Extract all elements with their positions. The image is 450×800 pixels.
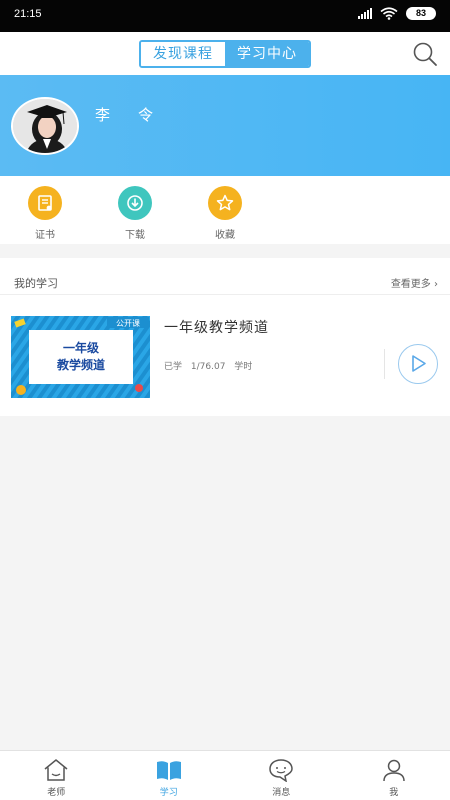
download-icon xyxy=(118,186,152,220)
favorites-label: 收藏 xyxy=(215,230,235,241)
signal-icon xyxy=(358,8,372,19)
avatar[interactable] xyxy=(11,97,79,155)
progress-value: 1/76.07 xyxy=(190,362,226,372)
tab-study-center[interactable]: 学习中心 xyxy=(225,42,309,66)
battery-icon: 83 xyxy=(406,7,436,20)
person-icon xyxy=(383,759,405,782)
my-study-section: 我的学习 查看更多 › 公开课 一年级 教学频道 一年级教学频道 已学 1/76… xyxy=(0,258,450,416)
status-bar: 21:15 83 xyxy=(0,0,450,32)
course-progress: 已学 1/76.07 学时 xyxy=(164,359,258,372)
nav-item-messages[interactable]: 消息 xyxy=(225,751,338,800)
section-title: 我的学习 xyxy=(14,277,58,290)
certificate-icon xyxy=(28,186,62,220)
download-action[interactable]: 下载 xyxy=(115,186,155,241)
profile-name: 李令 xyxy=(95,106,182,124)
thumbnail-line-1: 一年级 xyxy=(63,340,99,355)
thumbnail-line-2: 教学频道 xyxy=(56,357,105,372)
nav-item-teacher[interactable]: 老师 xyxy=(0,751,113,800)
view-more-label: 查看更多 xyxy=(390,279,431,290)
wifi-icon xyxy=(380,7,398,20)
nav-item-me[interactable]: 我 xyxy=(338,751,450,800)
nav-label-me: 我 xyxy=(389,788,399,798)
nav-label-study: 学习 xyxy=(159,788,178,798)
play-icon xyxy=(412,355,426,372)
play-button[interactable] xyxy=(398,344,438,384)
download-label: 下载 xyxy=(125,230,145,241)
view-more-link[interactable]: 查看更多 › xyxy=(391,275,438,290)
quick-actions: 证书 下载 收藏 xyxy=(0,176,450,244)
certificate-action[interactable]: 证书 xyxy=(25,186,65,241)
nav-item-study[interactable]: 学习 xyxy=(113,751,226,800)
nav-label-messages: 消息 xyxy=(272,788,291,798)
header: 发现课程 学习中心 xyxy=(0,32,450,75)
favorites-action[interactable]: 收藏 xyxy=(205,186,245,241)
chat-icon xyxy=(269,759,294,782)
divider xyxy=(384,349,385,379)
segmented-tabs: 发现课程 学习中心 xyxy=(139,40,311,68)
course-card[interactable]: 公开课 一年级 教学频道 一年级教学频道 已学 1/76.07 学时 xyxy=(0,296,450,416)
certificate-label: 证书 xyxy=(35,230,55,241)
course-thumbnail[interactable]: 公开课 一年级 教学频道 xyxy=(11,316,150,398)
book-icon xyxy=(156,761,181,780)
my-study-header: 我的学习 查看更多 › xyxy=(0,258,450,295)
progress-unit: 学时 xyxy=(234,362,253,372)
status-time: 21:15 xyxy=(14,8,42,20)
profile-banner: 李令 xyxy=(0,75,450,176)
home-icon xyxy=(44,759,68,781)
course-title: 一年级教学频道 xyxy=(164,320,269,336)
search-icon[interactable] xyxy=(412,41,438,67)
chevron-right-icon: › xyxy=(434,279,438,290)
bottom-nav: 老师 学习 消息 我 xyxy=(0,750,450,800)
progress-prefix: 已学 xyxy=(164,362,183,372)
thumbnail-badge: 公开课 xyxy=(116,319,140,328)
tab-discover-courses[interactable]: 发现课程 xyxy=(141,42,225,66)
status-icons: 83 xyxy=(358,7,436,20)
star-icon xyxy=(208,186,242,220)
nav-label-teacher: 老师 xyxy=(47,788,66,798)
